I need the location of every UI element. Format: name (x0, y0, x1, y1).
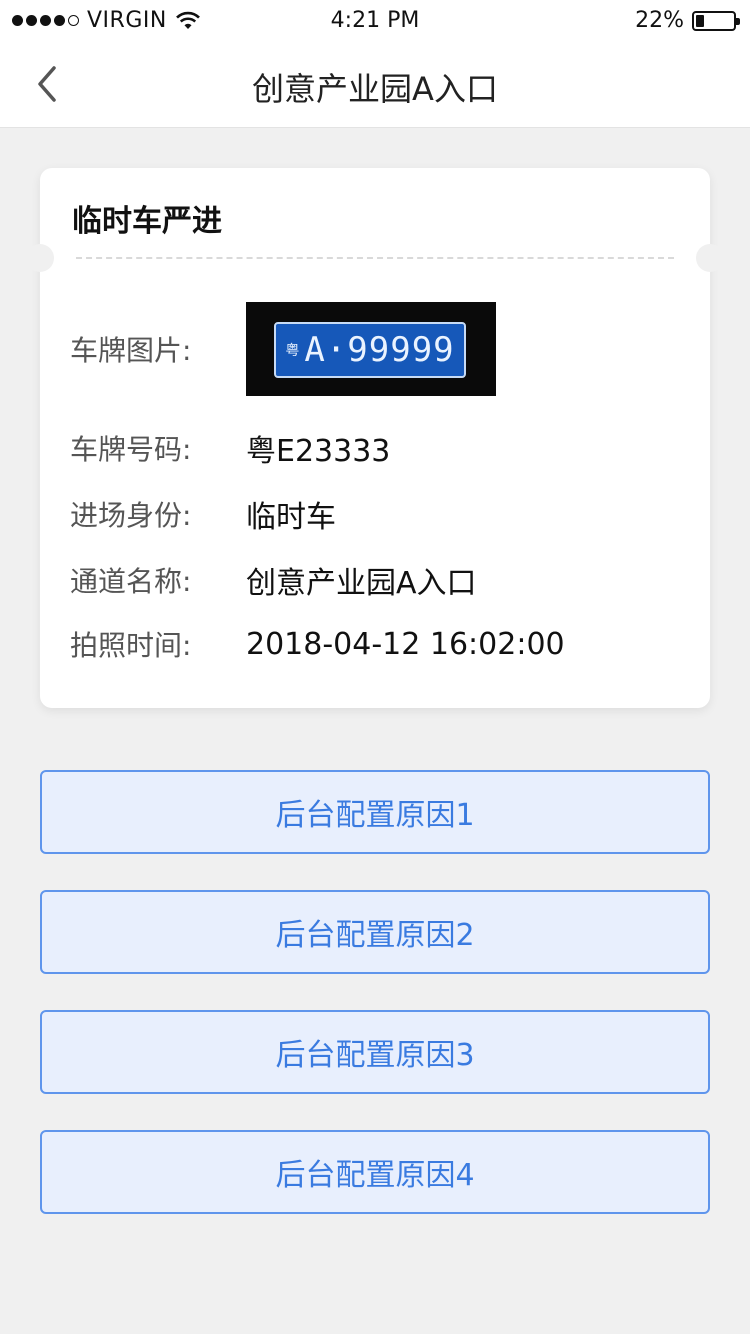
reason-button-4[interactable]: 后台配置原因4 (40, 1130, 710, 1214)
plate-number-value: 粤E23333 (246, 434, 391, 469)
plate-number-label: 车牌号码: (70, 433, 192, 466)
status-right: 22% (635, 8, 740, 33)
plate-image-plate: 粤 A·99999 (274, 322, 466, 378)
entry-identity-label: 进场身份: (70, 499, 192, 532)
vehicle-info-card: 临时车严进 车牌图片: 粤 A·99999 车牌号码: 粤E23333 进场身份… (26, 168, 724, 708)
photo-time-label: 拍照时间: (70, 629, 192, 662)
card-title: 临时车严进 (72, 204, 222, 239)
reason-button-1[interactable]: 后台配置原因1 (40, 770, 710, 854)
battery-percent: 22% (635, 8, 684, 33)
nav-bar: 创意产业园A入口 (0, 40, 750, 128)
field-row-channel-name: 通道名称: 创意产业园A入口 (70, 558, 477, 602)
battery-fill (696, 14, 704, 27)
plate-image-province: 粤 (285, 343, 301, 359)
plate-image-row: 车牌图片: 粤 A·99999 (70, 302, 496, 396)
reason-button-2[interactable]: 后台配置原因2 (40, 890, 710, 974)
plate-image-label: 车牌图片: (70, 334, 192, 367)
battery-icon (692, 10, 740, 31)
reason-button-3[interactable]: 后台配置原因3 (40, 1010, 710, 1094)
plate-image-text: A·99999 (304, 330, 455, 370)
status-bar: VIRGIN 4:21 PM 22% (0, 0, 750, 40)
plate-image: 粤 A·99999 (246, 302, 496, 396)
channel-name-value: 创意产业园A入口 (246, 566, 477, 601)
card-notch-right (696, 244, 724, 272)
entry-identity-value: 临时车 (246, 500, 336, 535)
photo-time-value: 2018-04-12 16:02:00 (246, 626, 565, 662)
card-notch-left (26, 244, 54, 272)
field-row-plate-number: 车牌号码: 粤E23333 (70, 426, 390, 470)
page-title: 创意产业园A入口 (252, 70, 498, 108)
field-row-photo-time: 拍照时间: 2018-04-12 16:02:00 (70, 624, 565, 664)
field-row-entry-identity: 进场身份: 临时车 (70, 492, 336, 536)
channel-name-label: 通道名称: (70, 565, 192, 598)
card-divider (76, 257, 674, 259)
